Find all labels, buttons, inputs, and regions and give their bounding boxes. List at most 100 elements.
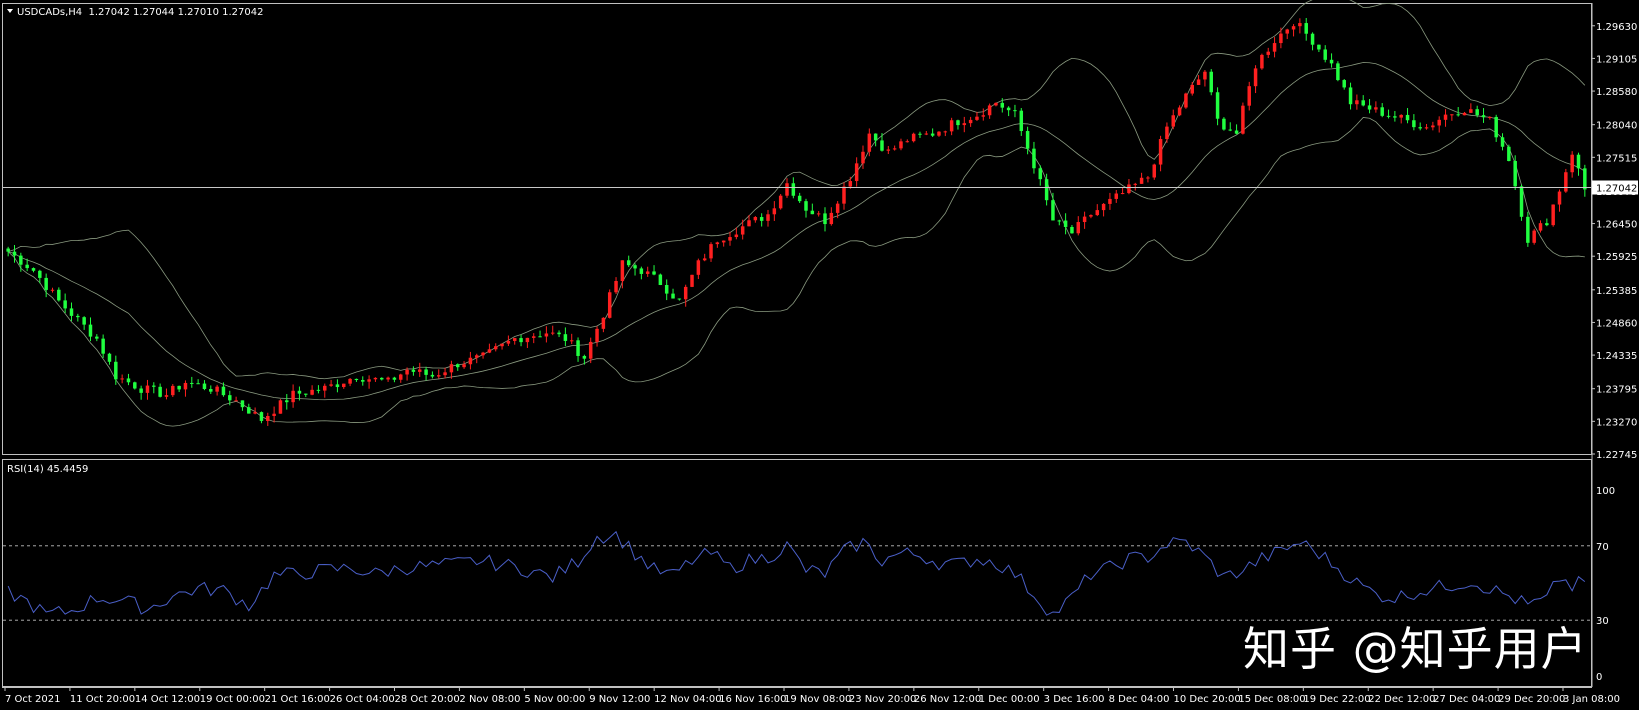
- rsi-tick-label: 0: [1596, 672, 1602, 683]
- candle: [443, 367, 447, 379]
- candle: [1481, 108, 1486, 123]
- candle: [1380, 103, 1384, 118]
- time-tick-label: 14 Oct 12:00: [135, 694, 200, 705]
- candle: [873, 133, 878, 147]
- candle: [1500, 133, 1505, 151]
- candle: [797, 192, 802, 204]
- candlestick-series[interactable]: [6, 18, 1587, 426]
- candle: [892, 145, 897, 151]
- candle: [278, 399, 283, 414]
- candle: [690, 274, 694, 288]
- candle: [1519, 184, 1524, 221]
- bollinger-lower: [7, 117, 1585, 427]
- candle: [1564, 168, 1568, 193]
- time-tick-label: 22 Dec 12:00: [1368, 694, 1435, 705]
- candle: [658, 273, 663, 286]
- candle: [63, 293, 67, 314]
- candle: [525, 337, 530, 348]
- candle: [1462, 111, 1467, 116]
- candle: [924, 131, 929, 136]
- candle: [1291, 24, 1296, 37]
- candle: [107, 352, 112, 365]
- price-tick-label: 1.24860: [1596, 318, 1637, 329]
- candle: [50, 287, 55, 293]
- time-tick-label: 9 Nov 12:00: [589, 694, 650, 705]
- symbol-info: USDCADs,H4 1.27042 1.27044 1.27010 1.270…: [17, 7, 263, 18]
- bollinger-bands: [7, 0, 1586, 427]
- candle: [1203, 70, 1207, 87]
- candle: [240, 400, 245, 411]
- rsi-tick-label: 70: [1596, 542, 1609, 553]
- candle: [823, 207, 827, 232]
- candle: [82, 316, 86, 330]
- time-tick-label: 29 Dec 20:00: [1498, 694, 1565, 705]
- candle: [1450, 114, 1454, 121]
- candle: [962, 116, 967, 133]
- time-tick-label: 19 Dec 22:00: [1303, 694, 1370, 705]
- candle: [373, 377, 378, 382]
- candle: [810, 203, 815, 215]
- candle: [455, 363, 460, 371]
- candle: [569, 333, 574, 345]
- candle: [158, 383, 162, 398]
- candle: [677, 298, 682, 301]
- candle: [1443, 109, 1448, 127]
- candle: [177, 385, 181, 393]
- candle: [304, 393, 308, 398]
- candle: [424, 366, 428, 381]
- candle: [968, 116, 973, 127]
- candle: [531, 333, 536, 344]
- candle: [1165, 122, 1169, 143]
- candle: [519, 334, 523, 347]
- candle: [1469, 103, 1473, 114]
- candle: [911, 132, 916, 143]
- rsi-line-series: [7, 530, 1586, 616]
- candle: [1076, 216, 1081, 236]
- candle: [1583, 164, 1587, 197]
- time-tick-label: 27 Dec 04:00: [1433, 694, 1500, 705]
- candle: [1108, 192, 1112, 210]
- candle: [956, 119, 960, 130]
- candle: [126, 373, 131, 386]
- price-tick-label: 1.28580: [1596, 87, 1637, 98]
- candle: [487, 343, 492, 354]
- price-tick-label: 1.28040: [1596, 121, 1637, 132]
- candle: [880, 133, 884, 152]
- candle: [145, 379, 150, 400]
- candle: [664, 279, 669, 301]
- time-tick-label: 12 Nov 04:00: [654, 694, 721, 705]
- candle: [449, 360, 454, 379]
- candle: [1019, 108, 1024, 136]
- current-price-label: 1.27042: [1596, 184, 1637, 195]
- candle: [481, 351, 485, 359]
- candle: [1405, 108, 1410, 124]
- price-tick-label: 1.23795: [1596, 385, 1637, 396]
- candle: [316, 385, 321, 394]
- candle: [1158, 135, 1163, 172]
- candle: [1032, 141, 1036, 174]
- candle: [183, 380, 188, 397]
- candle: [1089, 214, 1093, 219]
- candle: [816, 211, 821, 217]
- trading-chart[interactable]: 1.296301.291051.285801.280401.275151.269…: [0, 0, 1639, 710]
- candle: [1006, 106, 1011, 117]
- candle: [1260, 53, 1264, 70]
- candle: [772, 201, 777, 221]
- candle: [652, 265, 656, 276]
- time-tick-label: 26 Oct 04:00: [330, 694, 395, 705]
- candle: [899, 138, 903, 151]
- candle: [1171, 109, 1175, 130]
- candle: [272, 406, 276, 423]
- triangle-down-icon[interactable]: [7, 9, 13, 13]
- rsi-levels: [3, 545, 1591, 621]
- candle: [1234, 124, 1239, 135]
- candle: [1228, 122, 1232, 132]
- candle: [1545, 218, 1549, 227]
- time-tick-label: 5 Nov 00:00: [524, 694, 585, 705]
- candle: [164, 388, 169, 400]
- candle: [544, 326, 549, 343]
- candle: [1424, 123, 1429, 130]
- candle: [854, 157, 859, 187]
- candle: [1095, 204, 1100, 217]
- time-tick-label: 19 Oct 00:00: [200, 694, 265, 705]
